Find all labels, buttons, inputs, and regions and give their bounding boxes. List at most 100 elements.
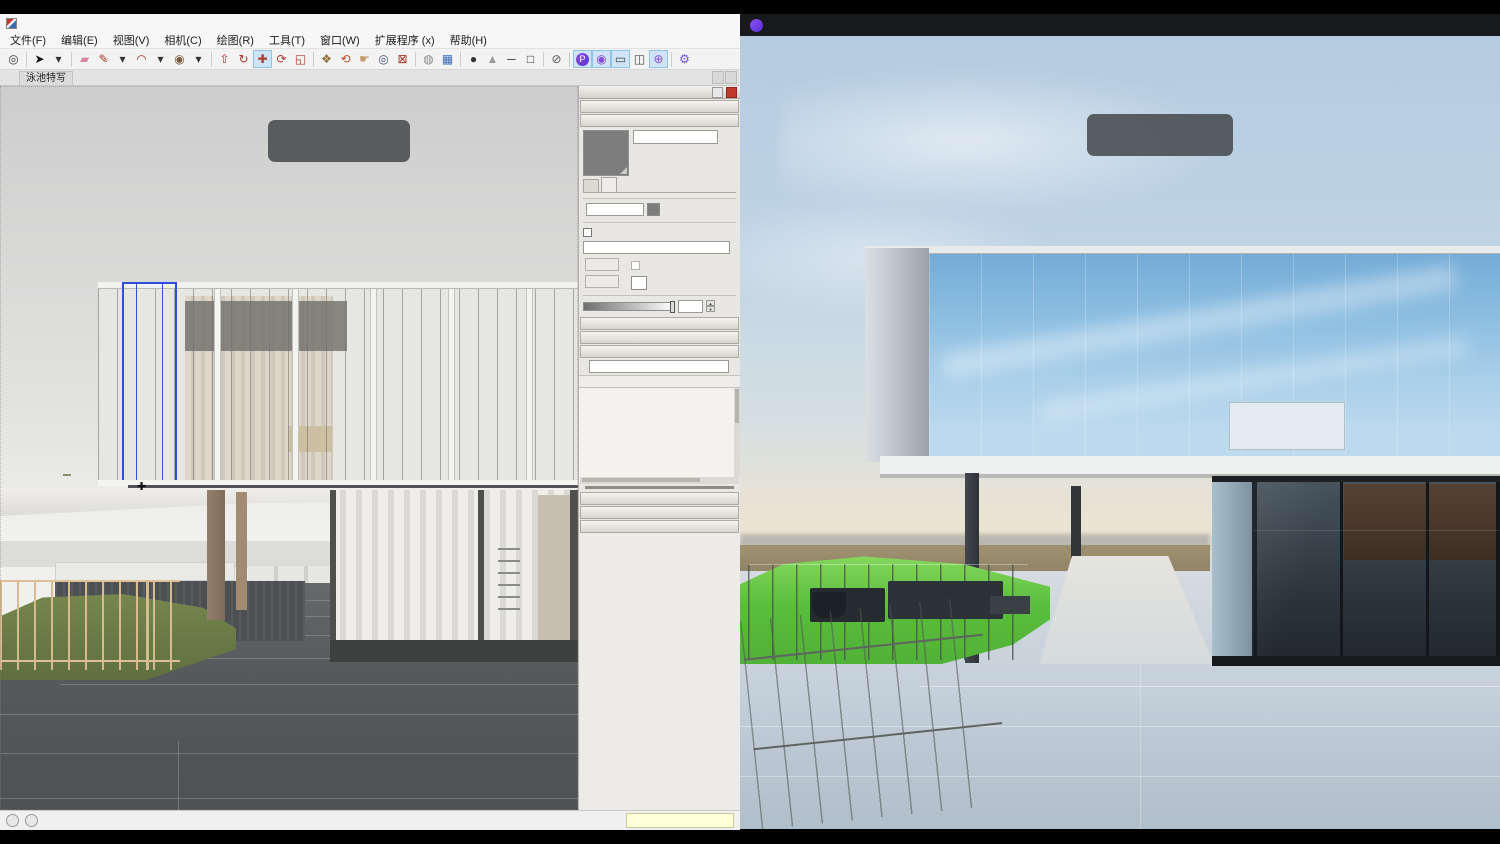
shape-dropdown-icon[interactable]: ▾ (189, 50, 208, 68)
menu-item[interactable]: 相机(C) (164, 32, 201, 48)
menu-item[interactable]: 绘图(R) (217, 32, 254, 48)
help-icon[interactable] (25, 814, 38, 827)
section-entity-info[interactable] (580, 100, 739, 113)
menu-item[interactable]: 扩展程序 (x) (375, 32, 435, 48)
select-dropdown-icon[interactable]: ▾ (49, 50, 68, 68)
section-materials[interactable] (580, 114, 739, 127)
tab-scroll (712, 71, 737, 84)
rotate-icon[interactable]: ⟳ (272, 50, 291, 68)
menu-item[interactable]: 工具(T) (269, 32, 305, 48)
tray-close-icon[interactable] (726, 87, 737, 98)
zoom-icon[interactable]: ◎ (374, 50, 393, 68)
or-viewport-icon[interactable]: ▭ (611, 50, 630, 68)
section-shadows[interactable] (580, 492, 739, 505)
plaza-joint-7 (0, 753, 578, 754)
follow-me-icon[interactable]: ↻ (234, 50, 253, 68)
style-point-icon[interactable]: ● (464, 50, 483, 68)
section-components[interactable] (580, 317, 739, 330)
texture-file-input[interactable] (583, 241, 730, 254)
tags-toolbar (579, 358, 740, 375)
selection-inner-edge-2 (162, 284, 163, 483)
opacity-spinner[interactable]: ▴▾ (706, 300, 715, 312)
scene-tab[interactable]: 泳池特写 (19, 71, 73, 85)
texture-width-field[interactable] (585, 258, 619, 271)
geolocation-icon[interactable] (6, 814, 19, 827)
opacity-value[interactable] (678, 300, 703, 313)
section-cuts-icon[interactable]: ▦ (438, 50, 457, 68)
tab-scroll-right-icon[interactable] (725, 71, 737, 84)
reset-color-swatch (631, 276, 647, 290)
glass-room-beige-wall (538, 495, 570, 640)
menu-item[interactable]: 视图(V) (113, 32, 150, 48)
push-pull-icon[interactable]: ⇧ (215, 50, 234, 68)
colorize-checkbox[interactable] (631, 261, 640, 270)
shape-icon[interactable]: ◉ (170, 50, 189, 68)
section-instructor[interactable] (580, 520, 739, 533)
zoom-extents-icon[interactable]: ⊠ (393, 50, 412, 68)
color-heading (583, 197, 736, 199)
tray-help-icon[interactable] (712, 87, 723, 98)
menu-item[interactable]: 窗口(W) (320, 32, 360, 48)
scene-tabs-bar: 泳池特写 (0, 70, 740, 86)
zoom-window-icon[interactable]: ◎ (4, 50, 23, 68)
style-rect-icon[interactable]: □ (521, 50, 540, 68)
opacity-slider[interactable] (583, 302, 675, 311)
pavilion-interior-wood (1344, 484, 1500, 560)
menu-item[interactable]: 编辑(E) (61, 32, 98, 48)
or-orbit-sync-icon[interactable]: ◉ (592, 50, 611, 68)
fence-top-rail (0, 580, 180, 582)
picker-swatch (647, 203, 660, 216)
tag-search-input[interactable] (589, 360, 729, 373)
section-tags[interactable] (580, 345, 739, 358)
material-preview[interactable] (583, 130, 629, 176)
line-icon[interactable]: ✎ (94, 50, 113, 68)
paint-bucket-icon[interactable]: ❖ (317, 50, 336, 68)
scale-icon[interactable]: ◱ (291, 50, 310, 68)
render-viewport[interactable] (740, 36, 1500, 829)
measurement-input[interactable] (626, 813, 734, 828)
tab-scroll-left-icon[interactable] (712, 71, 724, 84)
menu-item[interactable]: 帮助(H) (450, 32, 487, 48)
tab-select[interactable] (583, 179, 599, 192)
pan-icon[interactable]: ☛ (355, 50, 374, 68)
move-icon[interactable]: ✚ (253, 50, 272, 68)
use-texture-checkbox[interactable] (583, 228, 592, 237)
select-icon[interactable]: ➤ (30, 50, 49, 68)
render-top-fascia (865, 246, 1500, 254)
or-settings-icon[interactable]: ⚙ (675, 50, 694, 68)
opacity-heading (583, 294, 736, 296)
pavilion-mullion-4 (1496, 482, 1500, 666)
section-styles[interactable] (580, 331, 739, 344)
plaza-joint-8 (0, 798, 578, 799)
style-cone-icon[interactable]: ▲ (483, 50, 502, 68)
or-camera-icon[interactable]: ◫ (630, 50, 649, 68)
opacity-thumb[interactable] (670, 301, 675, 313)
sketchup-viewport[interactable]: ✚ (0, 86, 578, 810)
or-sync-icon[interactable]: P (573, 50, 592, 68)
eraser-icon[interactable]: ▰ (75, 50, 94, 68)
render-soffit (880, 456, 1500, 474)
section-scenes[interactable] (580, 506, 739, 519)
selection-outline[interactable] (122, 282, 177, 485)
tag-list-hscrollbar[interactable] (580, 477, 739, 484)
orbit-icon[interactable]: ⟲ (336, 50, 355, 68)
model-pier-2 (292, 289, 299, 484)
arc-dropdown-icon[interactable]: ▾ (151, 50, 170, 68)
panel-resize-handle[interactable] (585, 486, 734, 489)
texture-height-field[interactable] (585, 275, 619, 288)
arc-icon[interactable]: ◠ (132, 50, 151, 68)
move-cursor: ✚ (137, 480, 146, 493)
picker-dropdown[interactable] (586, 203, 644, 216)
section-plane-icon[interactable]: ◍ (419, 50, 438, 68)
line-dropdown-icon[interactable]: ▾ (113, 50, 132, 68)
hide-rest-icon[interactable]: ⊘ (547, 50, 566, 68)
menu-item[interactable]: 文件(F) (10, 32, 46, 48)
style-line-icon[interactable]: ─ (502, 50, 521, 68)
tab-edit[interactable] (601, 177, 617, 192)
toolbar-separator (543, 52, 544, 67)
plaza-joint-vertical (178, 741, 179, 810)
or-material-sync-icon[interactable]: ⊕ (649, 50, 668, 68)
render-left-pier (865, 248, 929, 462)
material-name-input[interactable] (633, 130, 718, 144)
pavilion-base-frame (1212, 656, 1500, 666)
